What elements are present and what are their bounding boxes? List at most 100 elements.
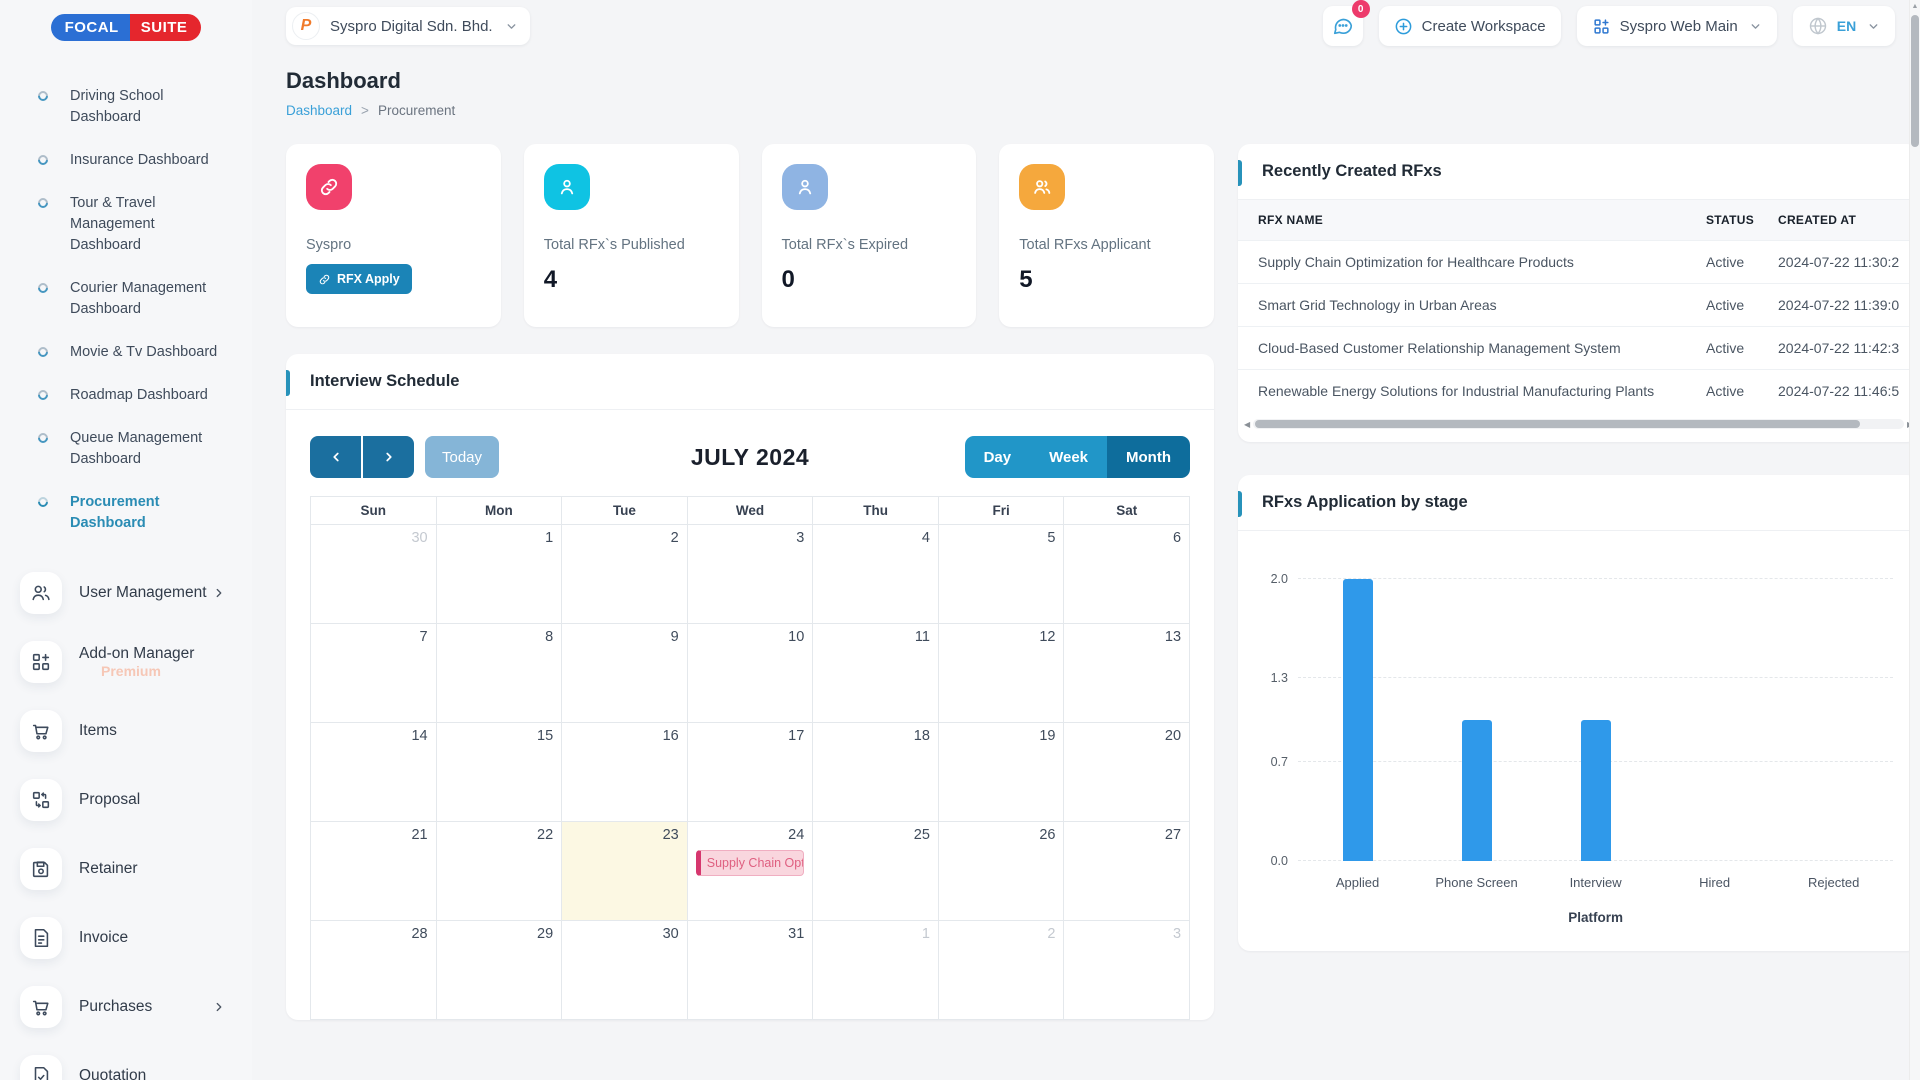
table-row[interactable]: Smart Grid Technology in Urban AreasActi… [1238, 283, 1919, 326]
page-scrollbar-thumb[interactable] [1911, 15, 1919, 147]
sidebar-item-roadmap-dashboard[interactable]: Roadmap Dashboard [0, 374, 252, 417]
sidebar: FOCAL SUITE Driving School Dashboard Insu… [0, 0, 252, 1080]
calendar-day-cell[interactable]: 24 Supply Chain Opt [688, 822, 814, 921]
calendar-day-cell[interactable]: 14 [311, 723, 437, 822]
calendar-week-row: 30123456 [311, 525, 1189, 624]
calendar-today-button[interactable]: Today [425, 436, 499, 478]
scrollbar-track[interactable] [1253, 419, 1904, 429]
calendar-day-cell[interactable]: 12 [939, 624, 1065, 723]
sidebar-item-retainer[interactable]: Retainer [0, 841, 252, 897]
calendar-day-cell[interactable]: 8 [437, 624, 563, 723]
bar-applied [1343, 579, 1373, 861]
notifications-button[interactable]: 0 [1323, 6, 1363, 46]
day-number: 13 [1072, 629, 1181, 645]
calendar-day-cell[interactable]: 3 [688, 525, 814, 624]
calendar-view-day[interactable]: Day [965, 436, 1031, 478]
table-horizontal-scrollbar[interactable]: ◀ ▶ [1244, 418, 1913, 430]
rfx-name-cell: Smart Grid Technology in Urban Areas [1258, 297, 1706, 313]
table-row[interactable]: Supply Chain Optimization for Healthcare… [1238, 240, 1919, 283]
calendar-day-cell[interactable]: 18 [813, 723, 939, 822]
sidebar-item-quotation[interactable]: Quotation [0, 1048, 252, 1080]
page-vertical-scrollbar[interactable]: ▲ [1909, 0, 1920, 1080]
calendar-day-cell[interactable]: 19 [939, 723, 1065, 822]
calendar-view-week[interactable]: Week [1030, 436, 1107, 478]
breadcrumb-home-link[interactable]: Dashboard [286, 103, 352, 118]
sidebar-item-procurement-dashboard[interactable]: Procurement Dashboard [0, 481, 252, 545]
module-label-text: Quotation [79, 1067, 146, 1080]
calendar-day-cell[interactable]: 28 [311, 921, 437, 1020]
table-row[interactable]: Cloud-Based Customer Relationship Manage… [1238, 326, 1919, 369]
calendar-day-cell[interactable]: 21 [311, 822, 437, 921]
sidebar-item-driving-school-dashboard[interactable]: Driving School Dashboard [0, 75, 252, 139]
scroll-up-arrow-icon[interactable]: ▲ [1910, 3, 1920, 10]
calendar-day-cell[interactable]: 15 [437, 723, 563, 822]
calendar-prev-button[interactable] [310, 436, 361, 478]
calendar-event[interactable]: Supply Chain Opt [696, 850, 805, 876]
focal-suite-logo[interactable]: FOCAL SUITE [0, 14, 252, 41]
scrollbar-thumb[interactable] [1255, 420, 1860, 428]
calendar-day-cell[interactable]: 7 [311, 624, 437, 723]
language-selector[interactable]: EN [1793, 6, 1895, 46]
workspace-selector[interactable]: P Syspro Digital Sdn. Bhd. [286, 7, 530, 45]
calendar-day-cell[interactable]: 2 [939, 921, 1065, 1020]
calendar-day-cell[interactable]: 29 [437, 921, 563, 1020]
calendar-day-cell[interactable]: 22 [437, 822, 563, 921]
sidebar-item-proposal[interactable]: Proposal [0, 772, 252, 828]
calendar-day-cell[interactable]: 1 [813, 921, 939, 1020]
calendar-day-cell[interactable]: 2 [562, 525, 688, 624]
sidebar-item-queue-management-dashboard[interactable]: Queue Management Dashboard [0, 417, 252, 481]
calendar-day-cell[interactable]: 10 [688, 624, 814, 723]
calendar-day-cell[interactable]: 6 [1064, 525, 1189, 624]
sidebar-item-user-management[interactable]: User Management [0, 565, 252, 621]
calendar-day-cell[interactable]: 25 [813, 822, 939, 921]
calendar-day-cell[interactable]: 13 [1064, 624, 1189, 723]
calendar-view-month[interactable]: Month [1107, 436, 1190, 478]
app-selector[interactable]: Syspro Web Main [1577, 6, 1777, 46]
rfx-apply-button[interactable]: RFX Apply [306, 264, 412, 294]
calendar-day-cell[interactable]: 5 [939, 525, 1065, 624]
day-number: 2 [947, 926, 1056, 942]
calendar-day-cell[interactable]: 4 [813, 525, 939, 624]
sidebar-item-items[interactable]: Items [0, 703, 252, 759]
sidebar-item-label: Items [79, 722, 232, 740]
day-number: 15 [445, 728, 554, 744]
calendar-day-cell[interactable]: 11 [813, 624, 939, 723]
day-number: 24 [696, 827, 805, 843]
x-axis-category-label: Applied [1298, 875, 1417, 890]
sidebar-item-label: Driving School Dashboard [70, 88, 164, 125]
topbar-actions: 0 Create Workspace Syspro Web Main [1323, 6, 1896, 46]
calendar-next-button[interactable] [363, 436, 414, 478]
calendar-day-cell[interactable]: 27 [1064, 822, 1189, 921]
calendar-day-cell[interactable]: 16 [562, 723, 688, 822]
calendar-day-cell[interactable]: 20 [1064, 723, 1189, 822]
calendar-day-cell[interactable]: 9 [562, 624, 688, 723]
scroll-left-arrow-icon[interactable]: ◀ [1244, 420, 1250, 429]
calendar-day-cell[interactable]: 30 [562, 921, 688, 1020]
column-header-created-at: CREATED AT [1778, 213, 1899, 227]
chart-bar-column [1774, 569, 1893, 861]
create-workspace-button[interactable]: Create Workspace [1379, 6, 1561, 46]
dashboard-dot-icon [36, 388, 50, 402]
rfx-stage-chart-card: RFxs Application by stage 0.00.71.32.0 A… [1238, 475, 1919, 951]
module-label-text: User Management [79, 584, 207, 601]
sidebar-item-tour-travel-management-dashboard[interactable]: Tour & Travel Management Dashboard [0, 182, 252, 267]
calendar-day-cell[interactable]: 26 [939, 822, 1065, 921]
calendar-day-cell[interactable]: 17 [688, 723, 814, 822]
sidebar-item-movie-tv-dashboard[interactable]: Movie & Tv Dashboard [0, 331, 252, 374]
sidebar-item-insurance-dashboard[interactable]: Insurance Dashboard [0, 139, 252, 182]
table-row[interactable]: Renewable Energy Solutions for Industria… [1238, 369, 1919, 412]
calendar-day-cell[interactable]: 1 [437, 525, 563, 624]
sidebar-item-add-on-manager[interactable]: Add-on ManagerPremium [0, 634, 252, 690]
sidebar-item-invoice[interactable]: Invoice [0, 910, 252, 966]
calendar-day-cell[interactable]: 30 [311, 525, 437, 624]
user-icon [782, 164, 828, 210]
weekday-header: Sat [1064, 497, 1189, 525]
sidebar-item-purchases[interactable]: Purchases [0, 979, 252, 1035]
sidebar-item-courier-management-dashboard[interactable]: Courier Management Dashboard [0, 267, 252, 331]
calendar-day-cell[interactable]: 3 [1064, 921, 1189, 1020]
calendar-day-cell[interactable]: 23 [562, 822, 688, 921]
sidebar-item-label: Queue Management Dashboard [70, 430, 202, 467]
rfx-status-cell: Active [1706, 383, 1778, 399]
calendar-day-cell[interactable]: 31 [688, 921, 814, 1020]
day-number: 25 [821, 827, 930, 843]
